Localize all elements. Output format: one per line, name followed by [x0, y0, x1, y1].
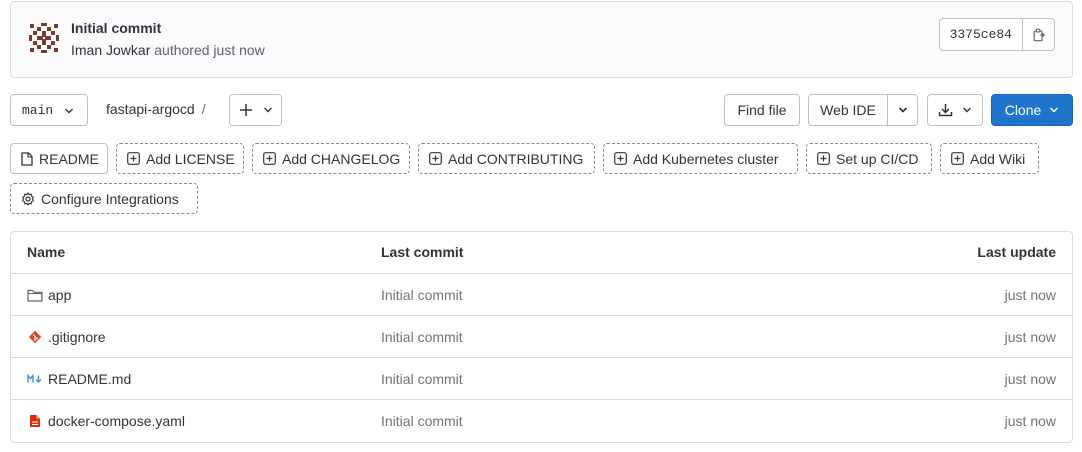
copy-sha-button[interactable] — [1023, 18, 1055, 51]
commit-action: authored — [154, 42, 210, 58]
breadcrumb: fastapi-argocd / — [106, 101, 206, 117]
table-row[interactable]: .gitignore Initial commit just now — [11, 316, 1072, 358]
branch-name: main — [22, 102, 54, 118]
file-name[interactable]: docker-compose.yaml — [48, 413, 185, 429]
copy-icon — [1033, 28, 1045, 41]
add-license-button[interactable]: Add LICENSE — [116, 143, 244, 174]
commit-sha-group: 3375ce84 — [938, 18, 1055, 51]
web-ide-split-button: Web IDE — [808, 94, 918, 126]
configure-integrations-label: Configure Integrations — [41, 190, 179, 207]
commit-meta: Iman Jowkar authored just now — [71, 42, 265, 58]
clone-label: Clone — [1004, 102, 1042, 118]
plus-square-icon — [951, 152, 964, 165]
table-row[interactable]: README.md Initial commit just now — [11, 358, 1072, 400]
plus-square-icon — [817, 152, 830, 165]
add-kubernetes-cluster-button[interactable]: Add Kubernetes cluster — [603, 143, 798, 174]
branch-switcher[interactable]: main — [10, 94, 88, 126]
chevron-down-icon — [963, 107, 971, 113]
file-name-cell[interactable]: app — [27, 287, 71, 303]
last-commit-link[interactable]: Initial commit — [381, 329, 463, 345]
table-row[interactable]: docker-compose.yaml Initial commit just … — [11, 400, 1072, 442]
setup-cicd-button[interactable]: Set up CI/CD — [806, 143, 932, 174]
file-icon — [21, 151, 33, 166]
markdown-icon — [27, 371, 43, 387]
plus-square-icon — [127, 152, 140, 165]
find-file-button[interactable]: Find file — [724, 94, 800, 126]
last-update-time: just now — [1004, 371, 1056, 387]
add-contributing-label: Add CONTRIBUTING — [448, 150, 584, 167]
download-dropdown[interactable] — [927, 94, 983, 126]
add-license-label: Add LICENSE — [146, 150, 235, 167]
clone-dropdown[interactable]: Clone — [991, 94, 1073, 126]
last-update-time: just now — [1004, 287, 1056, 303]
add-kubernetes-cluster-label: Add Kubernetes cluster — [633, 150, 779, 167]
web-ide-button[interactable]: Web IDE — [808, 94, 888, 126]
download-icon — [938, 104, 953, 117]
chevron-down-icon — [65, 108, 73, 114]
plus-icon — [239, 104, 252, 116]
web-ide-options-toggle[interactable] — [888, 94, 918, 126]
file-name-cell[interactable]: .gitignore — [27, 329, 106, 345]
header-last-commit: Last commit — [381, 244, 464, 260]
file-name-cell[interactable]: README.md — [27, 371, 131, 387]
add-changelog-button[interactable]: Add CHANGELOG — [252, 143, 410, 174]
last-commit-link[interactable]: Initial commit — [381, 413, 463, 429]
breadcrumb-separator: / — [201, 101, 206, 117]
add-wiki-button[interactable]: Add Wiki — [940, 143, 1039, 174]
last-update-time: just now — [1004, 413, 1056, 429]
file-name[interactable]: README.md — [48, 371, 131, 387]
readme-button[interactable]: README — [10, 143, 108, 174]
table-header: Name Last commit Last update — [11, 232, 1072, 274]
readme-label: README — [39, 150, 99, 167]
commit-sha[interactable]: 3375ce84 — [938, 18, 1023, 51]
header-last-update: Last update — [977, 244, 1056, 260]
file-tree-table: Name Last commit Last update app Initial… — [10, 231, 1073, 443]
table-row[interactable]: app Initial commit just now — [11, 274, 1072, 316]
breadcrumb-project[interactable]: fastapi-argocd — [106, 101, 195, 117]
add-changelog-label: Add CHANGELOG — [282, 150, 401, 167]
add-to-tree-dropdown[interactable] — [229, 94, 282, 126]
git-icon — [27, 329, 43, 345]
folder-icon — [27, 287, 43, 303]
commit-title-link[interactable]: Initial commit — [71, 20, 161, 36]
plus-square-icon — [429, 152, 442, 165]
file-name[interactable]: .gitignore — [48, 329, 106, 345]
header-name: Name — [27, 244, 66, 260]
configure-integrations-button[interactable]: Configure Integrations — [10, 183, 198, 214]
latest-commit-panel: Initial commit Iman Jowkar authored just… — [10, 1, 1073, 78]
gear-icon — [21, 191, 35, 206]
plus-square-icon — [614, 152, 627, 165]
file-name[interactable]: app — [48, 287, 71, 303]
last-update-time: just now — [1004, 329, 1056, 345]
yaml-file-icon — [27, 413, 43, 429]
commit-time: just now — [213, 42, 265, 58]
plus-square-icon — [263, 152, 276, 165]
last-commit-link[interactable]: Initial commit — [381, 371, 463, 387]
avatar[interactable] — [28, 22, 60, 54]
setup-cicd-label: Set up CI/CD — [836, 150, 919, 167]
file-name-cell[interactable]: docker-compose.yaml — [27, 413, 185, 429]
chevron-down-icon — [898, 107, 907, 113]
chevron-down-icon — [1050, 107, 1059, 113]
chevron-down-icon — [263, 107, 272, 113]
last-commit-link[interactable]: Initial commit — [381, 287, 463, 303]
add-contributing-button[interactable]: Add CONTRIBUTING — [418, 143, 595, 174]
commit-author-link[interactable]: Iman Jowkar — [71, 42, 150, 58]
add-wiki-label: Add Wiki — [970, 150, 1026, 167]
